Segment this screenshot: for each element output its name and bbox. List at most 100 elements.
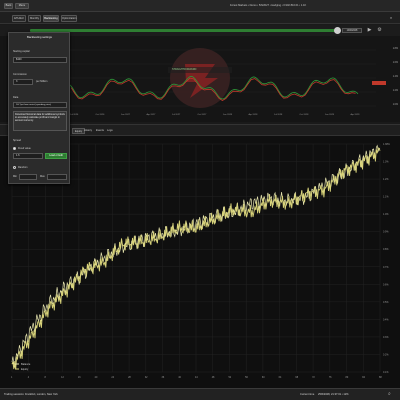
x-tick-label: 40: [178, 376, 181, 379]
legend-label: Balance: [21, 362, 31, 366]
x-tick-label: 12: [61, 376, 64, 379]
y-tick-label: 0.2%: [383, 353, 389, 356]
fixed-value-label: Fixed value: [18, 147, 31, 150]
data-label: Data: [13, 96, 19, 99]
x-tick-label: 56: [245, 376, 248, 379]
gear-icon[interactable]: ⚙: [376, 27, 383, 34]
time-label: Oct 2027: [197, 114, 207, 116]
starting-capital-field[interactable]: $100: [13, 57, 67, 63]
time-label: Apr 2027: [146, 114, 156, 116]
time-label: Jul 2026: [70, 114, 79, 116]
play-icon[interactable]: ▶: [366, 27, 373, 34]
x-tick-label: 28: [128, 376, 131, 379]
x-tick-label: 1: [11, 376, 13, 379]
commission-unit: per Million: [36, 80, 48, 83]
x-tick-label: 36: [162, 376, 165, 379]
commission-label: Commission: [13, 73, 27, 76]
tab-history[interactable]: History: [82, 128, 94, 134]
tab-optimization[interactable]: Optimization: [61, 15, 77, 22]
price-label: 1.2%: [392, 90, 398, 92]
y-tick-label: 0.9%: [383, 231, 389, 234]
price-label: 1.0%: [392, 104, 398, 106]
max-field[interactable]: [47, 174, 67, 180]
search-icon[interactable]: ⌕: [388, 391, 391, 397]
tab-symbol[interactable]: ETH/EU: [12, 15, 26, 22]
y-tick-label: 0.7%: [383, 266, 389, 269]
x-tick-label: 4: [28, 376, 30, 379]
x-tick-label: 84: [362, 376, 365, 379]
time-label: Jan 2029: [325, 114, 335, 116]
spread-label: Spread: [13, 139, 22, 142]
time-axis: Jul 2026 Oct 2026 Jan 2027 Apr 2027 Jul 2027…: [70, 114, 376, 119]
time-label: Oct 2028: [299, 114, 309, 116]
time-label: Jan 2028: [223, 114, 233, 116]
x-tick-label: 32: [145, 376, 148, 379]
x-tick-label: 48: [212, 376, 215, 379]
y-tick-label: 1.38%: [383, 143, 391, 146]
fixed-value-field[interactable]: 1.6: [13, 153, 43, 159]
back-button[interactable]: Back: [4, 3, 13, 9]
data-select[interactable]: 1H Tpst from assist (speeding price): [13, 102, 67, 108]
time-label: Jul 2027: [172, 114, 181, 116]
timeline-handle[interactable]: [334, 27, 341, 34]
x-tick-label: 68: [295, 376, 298, 379]
top-toolbar: Back Menu Forest Markets • Demo • 5/6/20…: [0, 0, 400, 12]
account-info: Forest Markets • Demo • 5/6/2027 • Hedgi…: [230, 4, 307, 7]
tab-monthly[interactable]: Monthly: [28, 15, 41, 22]
x-tick-label: 20: [95, 376, 98, 379]
y-tick-label: 0.6%: [383, 283, 389, 286]
time-label: Oct 2026: [95, 114, 105, 116]
x-tick-label: 16: [78, 376, 81, 379]
panel-title: Backtesting settings: [27, 35, 52, 39]
y-tick-label: 1.0%: [383, 213, 389, 216]
y-tick-label: 0.5%: [383, 301, 389, 304]
x-tick-label: 80: [346, 376, 349, 379]
price-label: 1.6%: [392, 62, 398, 64]
y-tick-label: 1.2%: [383, 178, 389, 181]
tab-logs[interactable]: Logs: [105, 128, 115, 134]
y-tick-label: 0.8%: [383, 248, 389, 251]
commission-field[interactable]: 3: [13, 79, 33, 85]
x-tick-label: 52: [228, 376, 231, 379]
x-tick-label: 24: [111, 376, 114, 379]
x-tick-label: 72: [312, 376, 315, 379]
tab-backtesting[interactable]: Backtesting: [43, 15, 59, 22]
tab-bar: ETH/EU Monthly Backtesting Optimization …: [0, 12, 400, 24]
close-icon[interactable]: ×: [388, 15, 394, 21]
time-label: Jan 2027: [121, 114, 131, 116]
y-tick-label: 0.3%: [383, 336, 389, 339]
x-tick-label: 44: [195, 376, 198, 379]
max-label: Max: [40, 175, 45, 178]
min-field[interactable]: [19, 174, 37, 180]
time-label: Jul 2028: [274, 114, 283, 116]
x-tick-label: 8: [44, 376, 46, 379]
y-tick-label: 0.4%: [383, 318, 389, 321]
x-tick-label: 64: [279, 376, 282, 379]
backtesting-settings-panel: Backtesting settings Starting capital $1…: [8, 32, 70, 184]
watermark-text: STRAIGHTFORWARD: [172, 68, 197, 71]
min-label: Min: [13, 175, 18, 178]
current-time-label: Current time: [300, 393, 315, 396]
timeline-end-date[interactable]: 19/9/2028: [342, 28, 362, 33]
sessions-text: Trading sessions: Frankfurt, London, New…: [4, 393, 58, 396]
random-radio[interactable]: [13, 166, 16, 169]
status-bar: Trading sessions: Frankfurt, London, New…: [0, 388, 400, 400]
price-label: 1.8%: [392, 48, 398, 50]
data-note: Download historical data for additional …: [13, 111, 67, 131]
time-label: Apr 2028: [248, 114, 258, 116]
timeline-track[interactable]: [30, 29, 340, 32]
y-tick-label: 1.1%: [383, 196, 389, 199]
apply-button[interactable]: Load or Edit: [45, 153, 67, 159]
menu-button[interactable]: Menu: [15, 3, 29, 9]
y-tick-label: 1.3%: [383, 161, 389, 164]
starting-capital-label: Starting capital: [13, 50, 30, 53]
y-tick-label: 0.1%: [383, 371, 389, 374]
fixed-radio[interactable]: [13, 147, 16, 150]
random-label: Random: [18, 166, 28, 169]
current-time-value: 25/6/2028, 21:37:01 • 12%: [318, 393, 349, 396]
legend-label: Equity: [21, 367, 29, 371]
x-tick-label: 60: [262, 376, 265, 379]
x-tick-label: 76: [329, 376, 332, 379]
time-label: Apr 2029: [350, 114, 360, 116]
x-tick-label: 88: [379, 376, 382, 379]
